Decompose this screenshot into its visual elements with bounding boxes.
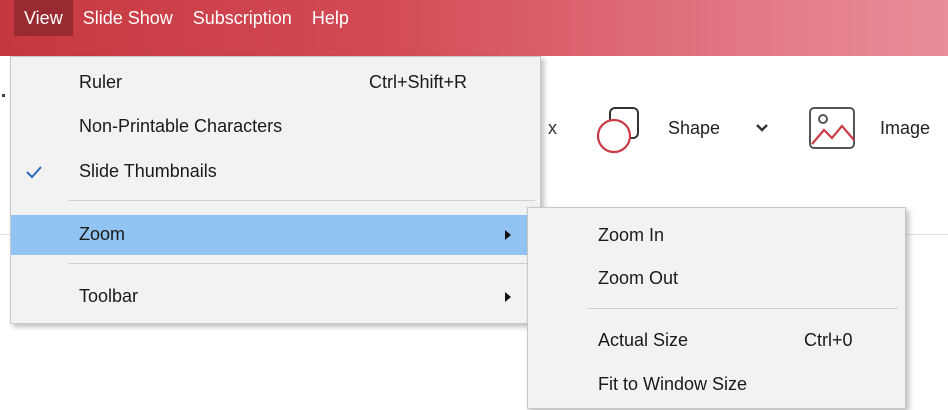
menu-item-shortcut: Ctrl+0 (804, 330, 853, 350)
menu-item-label: Zoom (79, 224, 126, 244)
menu-item-ruler[interactable]: Ruler Ctrl+Shift+R (11, 63, 540, 103)
menu-item-slide-thumbnails[interactable]: Slide Thumbnails (11, 152, 540, 192)
chevron-down-icon[interactable] (754, 122, 770, 134)
menu-item-non-printable-characters[interactable]: Non-Printable Characters (11, 107, 540, 147)
menu-slide-show[interactable]: Slide Show (73, 0, 183, 36)
zoom-submenu: Zoom In Zoom Out Actual Size Ctrl+0 Fit … (527, 207, 906, 409)
ribbon-fragment-mark (2, 94, 5, 97)
shape-button-label[interactable]: Shape (668, 118, 720, 139)
image-icon[interactable] (808, 106, 858, 152)
submenu-arrow-icon (505, 230, 511, 240)
menu-item-shortcut: Ctrl+Shift+R (369, 72, 468, 92)
menu-item-label: Actual Size (598, 330, 689, 350)
menu-item-zoom-out[interactable]: Zoom Out (528, 259, 905, 299)
menu-item-zoom[interactable]: Zoom (11, 215, 540, 255)
menu-item-fit-to-window-size[interactable]: Fit to Window Size (528, 365, 905, 405)
menu-subscription[interactable]: Subscription (183, 0, 302, 36)
menu-item-label: Zoom In (598, 225, 665, 245)
menu-item-label: Non-Printable Characters (79, 116, 283, 136)
submenu-arrow-icon (505, 292, 511, 302)
menu-separator (69, 200, 535, 201)
view-dropdown-menu: Ruler Ctrl+Shift+R Non-Printable Charact… (10, 56, 541, 324)
menu-view[interactable]: View (14, 0, 73, 36)
menu-bar-items: View Slide Show Subscription Help (14, 0, 359, 56)
menu-item-label: Slide Thumbnails (79, 161, 217, 181)
menu-help[interactable]: Help (302, 0, 359, 36)
app-window: View Slide Show Subscription Help x Shap… (0, 0, 948, 410)
ribbon-partial-label: x (548, 118, 557, 138)
image-button-label[interactable]: Image (880, 118, 930, 139)
shape-icon[interactable] (596, 106, 642, 154)
menu-separator (588, 308, 898, 309)
menu-item-zoom-in[interactable]: Zoom In (528, 216, 905, 256)
menu-item-label: Zoom Out (598, 268, 679, 288)
menu-item-toolbar[interactable]: Toolbar (11, 277, 540, 317)
menu-item-label: Toolbar (79, 286, 139, 306)
menu-bar: View Slide Show Subscription Help (0, 0, 948, 56)
menu-item-label: Ruler (79, 72, 123, 92)
menu-item-label: Fit to Window Size (598, 374, 748, 394)
menu-item-actual-size[interactable]: Actual Size Ctrl+0 (528, 321, 905, 361)
menu-separator (69, 263, 535, 264)
checkmark-icon (26, 166, 42, 179)
